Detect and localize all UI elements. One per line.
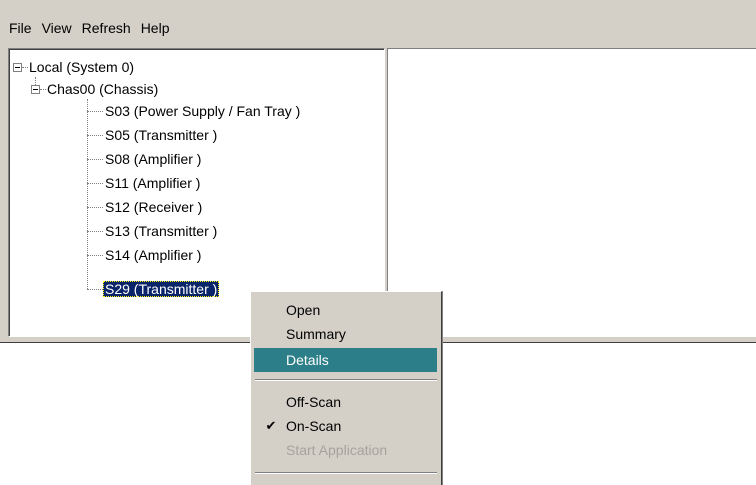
tree-node-chassis[interactable]: Chas00 (Chassis) bbox=[45, 79, 160, 99]
tree-node-slot[interactable]: S12 (Receiver ) bbox=[103, 197, 204, 217]
context-menu-summary[interactable]: Summary bbox=[254, 322, 437, 346]
context-menu-details[interactable]: Details bbox=[254, 348, 437, 372]
tree-node-slot[interactable]: S14 (Amplifier ) bbox=[103, 245, 203, 265]
tree-connector bbox=[87, 99, 88, 289]
tree-node-label: S13 (Transmitter ) bbox=[105, 223, 218, 239]
tree-node-label: S03 (Power Supply / Fan Tray ) bbox=[105, 103, 301, 119]
menu-bar: File View Refresh Help bbox=[0, 10, 756, 46]
menu-refresh[interactable]: Refresh bbox=[77, 16, 136, 40]
tree-node-slot-selected[interactable]: S29 (Transmitter ) bbox=[103, 279, 220, 299]
context-menu-start-application: Start Application bbox=[254, 438, 437, 462]
tree-node-label: S05 (Transmitter ) bbox=[105, 127, 218, 143]
menu-item-label: Summary bbox=[286, 326, 346, 342]
menu-view[interactable]: View bbox=[37, 16, 77, 40]
checkmark-icon: ✔ bbox=[265, 418, 277, 433]
application-window: File View Refresh Help Local (System 0) … bbox=[0, 0, 756, 485]
tree-connector bbox=[87, 111, 103, 112]
tree-connector bbox=[87, 207, 103, 208]
tree-node-label: Local (System 0) bbox=[29, 59, 135, 75]
menu-separator bbox=[255, 472, 437, 474]
menu-separator bbox=[255, 379, 437, 381]
tree-connector bbox=[87, 135, 103, 136]
tree-node-slot[interactable]: S05 (Transmitter ) bbox=[103, 125, 219, 145]
detail-pane[interactable] bbox=[387, 48, 756, 337]
tree-node-label: S12 (Receiver ) bbox=[105, 199, 203, 215]
context-menu-open[interactable]: Open bbox=[254, 298, 437, 322]
tree-node-label: Chas00 (Chassis) bbox=[47, 81, 159, 97]
tree-connector bbox=[87, 159, 103, 160]
tree-node-label: S29 (Transmitter ) bbox=[103, 281, 220, 297]
menu-help[interactable]: Help bbox=[136, 16, 175, 40]
tree-node-slot[interactable]: S11 (Amplifier ) bbox=[103, 173, 202, 193]
tree-node-slot[interactable]: S03 (Power Supply / Fan Tray ) bbox=[103, 101, 302, 121]
tree-node-slot[interactable]: S13 (Transmitter ) bbox=[103, 221, 219, 241]
tree-node-label: S14 (Amplifier ) bbox=[105, 247, 202, 263]
tree-connector bbox=[87, 255, 103, 256]
tree-connector bbox=[87, 289, 103, 290]
menu-item-label: On-Scan bbox=[286, 418, 342, 434]
tree-node-slot[interactable]: S08 (Amplifier ) bbox=[103, 149, 203, 169]
context-menu: Open Summary Details Off-Scan ✔ On-Scan … bbox=[250, 291, 442, 485]
menu-item-label: Open bbox=[286, 302, 321, 318]
tree-connector bbox=[87, 183, 103, 184]
menu-item-label: Start Application bbox=[286, 442, 388, 458]
tree-node-local-system[interactable]: Local (System 0) bbox=[27, 57, 136, 77]
tree-connector bbox=[87, 231, 103, 232]
title-bar-remnant bbox=[0, 0, 756, 10]
context-menu-off-scan[interactable]: Off-Scan bbox=[254, 390, 437, 414]
menu-item-label: Off-Scan bbox=[286, 394, 341, 410]
context-menu-on-scan[interactable]: ✔ On-Scan bbox=[254, 414, 437, 438]
collapse-chassis-icon[interactable] bbox=[31, 85, 40, 94]
menu-file[interactable]: File bbox=[4, 16, 37, 40]
tree-node-label: S08 (Amplifier ) bbox=[105, 151, 202, 167]
collapse-root-icon[interactable] bbox=[13, 63, 22, 72]
tree-node-label: S11 (Amplifier ) bbox=[105, 175, 201, 191]
menu-item-label: Details bbox=[286, 352, 329, 368]
